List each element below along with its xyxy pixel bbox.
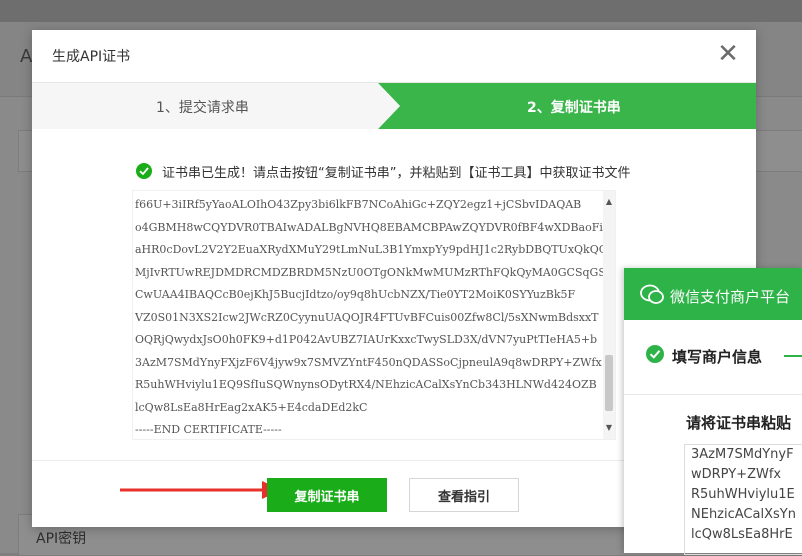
tool-input-line: R5uhWHviylu1E [691, 487, 795, 502]
certificate-line: R5uhWHviylu1EQ9SfIuSQWnynsODytRX4/NEhzic… [135, 378, 597, 391]
step-indicator: 1、提交请求串 2、复制证书串 [32, 83, 756, 129]
wechat-logo-icon [640, 284, 664, 304]
scrollbar-thumb[interactable] [605, 355, 613, 411]
tool-divider [624, 394, 802, 395]
certificate-line: aHR0cDovL2V2Y2EuaXRydXMuY29tLmNuL3B1Ymxp… [135, 243, 603, 256]
tool-step-label: 填写商户信息 [672, 348, 763, 366]
success-message: 证书串已生成！请点击按钮“复制证书串”，并粘贴到【证书工具】中获取证书文件 [162, 166, 631, 181]
tool-input-line: wDRPY+ZWfx [691, 467, 782, 482]
certificate-tool-window: 微信支付商户平台 填写商户信息 请将证书串粘贴 3AzM7SMdYnyF wDR… [624, 268, 802, 555]
tool-step-connector [784, 355, 802, 357]
close-icon[interactable]: ✕ [716, 41, 740, 67]
background-heading: A [20, 46, 33, 67]
success-check-icon [136, 163, 152, 179]
certificate-line: MjIvRTUwREJDMDRCMDZBRDM5NzU0OTgONkMwMUMz… [135, 265, 603, 279]
certificate-line: OQRjQwydxJsO0h0FK9+d1P042AvUBZ7IAUrKxxcT… [135, 333, 598, 346]
certificate-textarea[interactable]: f66U+3iIRf5yYaoALOIhO43Zpy3bi6lkFB7NCoAh… [132, 190, 616, 440]
tool-input-line: NEhzicACalXsYn [691, 507, 796, 522]
tool-input-line: 3AzM7SMdYnyF [691, 447, 794, 462]
tool-certificate-input[interactable]: 3AzM7SMdYnyF wDRPY+ZWfx R5uhWHviylu1E NE… [684, 444, 802, 555]
tool-paste-prompt: 请将证书串粘贴 [686, 414, 792, 432]
step-1-label: 1、提交请求串 [156, 100, 249, 116]
certificate-line: f66U+3iIRf5yYaoALOIhO43Zpy3bi6lkFB7NCoAh… [135, 198, 582, 211]
certificate-line: lcQw8LsEa8HrEag2xAK5+E4cdaDEd2kC [135, 400, 368, 414]
tool-header: 微信支付商户平台 [624, 268, 802, 320]
step-check-icon [646, 345, 664, 363]
scrollbar[interactable]: ▲ ▼ [603, 191, 615, 439]
certificate-text: f66U+3iIRf5yYaoALOIhO43Zpy3bi6lkFB7NCoAh… [135, 194, 603, 442]
certificate-line: VZ0S01N3XS2Icw2JWcRZ0CyynuUAQOJR4FTUvBFC… [135, 310, 599, 324]
view-guide-button[interactable]: 查看指引 [409, 478, 519, 512]
certificate-line: 3AzM7SMdYnyFXjzF6V4jyw9x7SMVZYntF450nQDA… [135, 355, 602, 369]
tool-input-line: lcQw8LsEa8HrE [691, 527, 793, 542]
tool-title: 微信支付商户平台 [670, 288, 791, 306]
certificate-line: -----END CERTIFICATE----- [135, 423, 282, 436]
certificate-line: o4GBMH8wCQYDVR0TBAIwADALBgNVHQ8EBAMCBPAw… [135, 220, 603, 234]
dialog-header: 生成API证书 ✕ [32, 30, 756, 83]
copy-certificate-button[interactable]: 复制证书串 [267, 478, 387, 512]
certificate-line: CwUAA4IBAQCcB0ejKhJ5BucjIdtzo/oy9q8hUcbN… [135, 288, 576, 301]
scroll-down-arrow-icon[interactable]: ▼ [603, 423, 615, 433]
background-section-label: API密钥 [36, 531, 87, 547]
background-topbar [0, 0, 802, 22]
scroll-up-arrow-icon[interactable]: ▲ [603, 197, 615, 207]
dialog-title: 生成API证书 [52, 49, 131, 65]
step-2-label: 2、复制证书串 [527, 100, 621, 116]
